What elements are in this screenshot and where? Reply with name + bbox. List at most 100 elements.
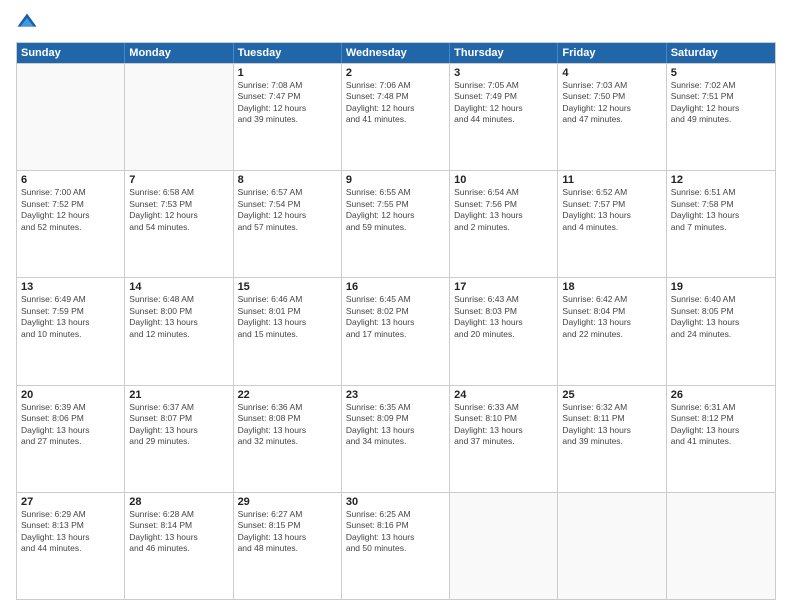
day-info: Sunrise: 6:52 AM Sunset: 7:57 PM Dayligh… <box>562 187 661 233</box>
day-cell-28: 28Sunrise: 6:28 AM Sunset: 8:14 PM Dayli… <box>125 493 233 599</box>
day-cell-11: 11Sunrise: 6:52 AM Sunset: 7:57 PM Dayli… <box>558 171 666 277</box>
day-number: 15 <box>238 281 337 293</box>
day-info: Sunrise: 6:51 AM Sunset: 7:58 PM Dayligh… <box>671 187 771 233</box>
calendar: SundayMondayTuesdayWednesdayThursdayFrid… <box>16 42 776 600</box>
day-cell-20: 20Sunrise: 6:39 AM Sunset: 8:06 PM Dayli… <box>17 386 125 492</box>
day-number: 4 <box>562 67 661 79</box>
day-number: 19 <box>671 281 771 293</box>
day-number: 11 <box>562 174 661 186</box>
day-cell-21: 21Sunrise: 6:37 AM Sunset: 8:07 PM Dayli… <box>125 386 233 492</box>
day-info: Sunrise: 6:43 AM Sunset: 8:03 PM Dayligh… <box>454 294 553 340</box>
day-cell-15: 15Sunrise: 6:46 AM Sunset: 8:01 PM Dayli… <box>234 278 342 384</box>
day-cell-4: 4Sunrise: 7:03 AM Sunset: 7:50 PM Daylig… <box>558 64 666 170</box>
day-cell-14: 14Sunrise: 6:48 AM Sunset: 8:00 PM Dayli… <box>125 278 233 384</box>
day-number: 27 <box>21 496 120 508</box>
day-header-thursday: Thursday <box>450 43 558 63</box>
day-cell-2: 2Sunrise: 7:06 AM Sunset: 7:48 PM Daylig… <box>342 64 450 170</box>
day-info: Sunrise: 6:39 AM Sunset: 8:06 PM Dayligh… <box>21 402 120 448</box>
day-cell-19: 19Sunrise: 6:40 AM Sunset: 8:05 PM Dayli… <box>667 278 775 384</box>
day-info: Sunrise: 6:46 AM Sunset: 8:01 PM Dayligh… <box>238 294 337 340</box>
day-info: Sunrise: 6:36 AM Sunset: 8:08 PM Dayligh… <box>238 402 337 448</box>
day-number: 12 <box>671 174 771 186</box>
day-header-saturday: Saturday <box>667 43 775 63</box>
day-info: Sunrise: 6:35 AM Sunset: 8:09 PM Dayligh… <box>346 402 445 448</box>
day-info: Sunrise: 6:49 AM Sunset: 7:59 PM Dayligh… <box>21 294 120 340</box>
empty-cell <box>667 493 775 599</box>
day-cell-3: 3Sunrise: 7:05 AM Sunset: 7:49 PM Daylig… <box>450 64 558 170</box>
day-info: Sunrise: 6:37 AM Sunset: 8:07 PM Dayligh… <box>129 402 228 448</box>
day-number: 30 <box>346 496 445 508</box>
empty-cell <box>17 64 125 170</box>
day-number: 8 <box>238 174 337 186</box>
day-info: Sunrise: 7:06 AM Sunset: 7:48 PM Dayligh… <box>346 80 445 126</box>
day-info: Sunrise: 6:45 AM Sunset: 8:02 PM Dayligh… <box>346 294 445 340</box>
day-info: Sunrise: 6:32 AM Sunset: 8:11 PM Dayligh… <box>562 402 661 448</box>
day-cell-6: 6Sunrise: 7:00 AM Sunset: 7:52 PM Daylig… <box>17 171 125 277</box>
day-number: 6 <box>21 174 120 186</box>
day-number: 1 <box>238 67 337 79</box>
day-cell-16: 16Sunrise: 6:45 AM Sunset: 8:02 PM Dayli… <box>342 278 450 384</box>
day-cell-29: 29Sunrise: 6:27 AM Sunset: 8:15 PM Dayli… <box>234 493 342 599</box>
day-number: 18 <box>562 281 661 293</box>
day-info: Sunrise: 6:25 AM Sunset: 8:16 PM Dayligh… <box>346 509 445 555</box>
day-cell-9: 9Sunrise: 6:55 AM Sunset: 7:55 PM Daylig… <box>342 171 450 277</box>
day-info: Sunrise: 6:54 AM Sunset: 7:56 PM Dayligh… <box>454 187 553 233</box>
day-info: Sunrise: 6:27 AM Sunset: 8:15 PM Dayligh… <box>238 509 337 555</box>
day-number: 10 <box>454 174 553 186</box>
day-info: Sunrise: 6:58 AM Sunset: 7:53 PM Dayligh… <box>129 187 228 233</box>
day-number: 9 <box>346 174 445 186</box>
day-info: Sunrise: 6:42 AM Sunset: 8:04 PM Dayligh… <box>562 294 661 340</box>
day-info: Sunrise: 6:28 AM Sunset: 8:14 PM Dayligh… <box>129 509 228 555</box>
day-cell-25: 25Sunrise: 6:32 AM Sunset: 8:11 PM Dayli… <box>558 386 666 492</box>
empty-cell <box>125 64 233 170</box>
day-cell-30: 30Sunrise: 6:25 AM Sunset: 8:16 PM Dayli… <box>342 493 450 599</box>
day-header-sunday: Sunday <box>17 43 125 63</box>
day-info: Sunrise: 6:33 AM Sunset: 8:10 PM Dayligh… <box>454 402 553 448</box>
calendar-header-row: SundayMondayTuesdayWednesdayThursdayFrid… <box>17 43 775 63</box>
day-cell-17: 17Sunrise: 6:43 AM Sunset: 8:03 PM Dayli… <box>450 278 558 384</box>
day-number: 28 <box>129 496 228 508</box>
day-number: 13 <box>21 281 120 293</box>
day-number: 20 <box>21 389 120 401</box>
day-info: Sunrise: 6:48 AM Sunset: 8:00 PM Dayligh… <box>129 294 228 340</box>
day-cell-23: 23Sunrise: 6:35 AM Sunset: 8:09 PM Dayli… <box>342 386 450 492</box>
day-number: 22 <box>238 389 337 401</box>
logo-icon <box>16 12 38 34</box>
day-cell-26: 26Sunrise: 6:31 AM Sunset: 8:12 PM Dayli… <box>667 386 775 492</box>
logo <box>16 12 40 34</box>
day-cell-1: 1Sunrise: 7:08 AM Sunset: 7:47 PM Daylig… <box>234 64 342 170</box>
day-cell-7: 7Sunrise: 6:58 AM Sunset: 7:53 PM Daylig… <box>125 171 233 277</box>
day-cell-13: 13Sunrise: 6:49 AM Sunset: 7:59 PM Dayli… <box>17 278 125 384</box>
day-info: Sunrise: 6:40 AM Sunset: 8:05 PM Dayligh… <box>671 294 771 340</box>
day-number: 23 <box>346 389 445 401</box>
empty-cell <box>558 493 666 599</box>
day-info: Sunrise: 6:29 AM Sunset: 8:13 PM Dayligh… <box>21 509 120 555</box>
calendar-week-1: 1Sunrise: 7:08 AM Sunset: 7:47 PM Daylig… <box>17 63 775 170</box>
day-header-friday: Friday <box>558 43 666 63</box>
day-cell-18: 18Sunrise: 6:42 AM Sunset: 8:04 PM Dayli… <box>558 278 666 384</box>
day-cell-22: 22Sunrise: 6:36 AM Sunset: 8:08 PM Dayli… <box>234 386 342 492</box>
day-info: Sunrise: 6:31 AM Sunset: 8:12 PM Dayligh… <box>671 402 771 448</box>
empty-cell <box>450 493 558 599</box>
day-info: Sunrise: 7:03 AM Sunset: 7:50 PM Dayligh… <box>562 80 661 126</box>
day-number: 25 <box>562 389 661 401</box>
day-number: 2 <box>346 67 445 79</box>
day-cell-12: 12Sunrise: 6:51 AM Sunset: 7:58 PM Dayli… <box>667 171 775 277</box>
day-cell-27: 27Sunrise: 6:29 AM Sunset: 8:13 PM Dayli… <box>17 493 125 599</box>
calendar-body: 1Sunrise: 7:08 AM Sunset: 7:47 PM Daylig… <box>17 63 775 599</box>
day-number: 14 <box>129 281 228 293</box>
day-info: Sunrise: 7:05 AM Sunset: 7:49 PM Dayligh… <box>454 80 553 126</box>
day-number: 21 <box>129 389 228 401</box>
day-header-wednesday: Wednesday <box>342 43 450 63</box>
day-cell-8: 8Sunrise: 6:57 AM Sunset: 7:54 PM Daylig… <box>234 171 342 277</box>
calendar-week-4: 20Sunrise: 6:39 AM Sunset: 8:06 PM Dayli… <box>17 385 775 492</box>
day-number: 5 <box>671 67 771 79</box>
day-info: Sunrise: 6:57 AM Sunset: 7:54 PM Dayligh… <box>238 187 337 233</box>
day-number: 7 <box>129 174 228 186</box>
day-header-tuesday: Tuesday <box>234 43 342 63</box>
calendar-week-2: 6Sunrise: 7:00 AM Sunset: 7:52 PM Daylig… <box>17 170 775 277</box>
day-info: Sunrise: 7:02 AM Sunset: 7:51 PM Dayligh… <box>671 80 771 126</box>
day-cell-5: 5Sunrise: 7:02 AM Sunset: 7:51 PM Daylig… <box>667 64 775 170</box>
day-number: 16 <box>346 281 445 293</box>
day-cell-10: 10Sunrise: 6:54 AM Sunset: 7:56 PM Dayli… <box>450 171 558 277</box>
